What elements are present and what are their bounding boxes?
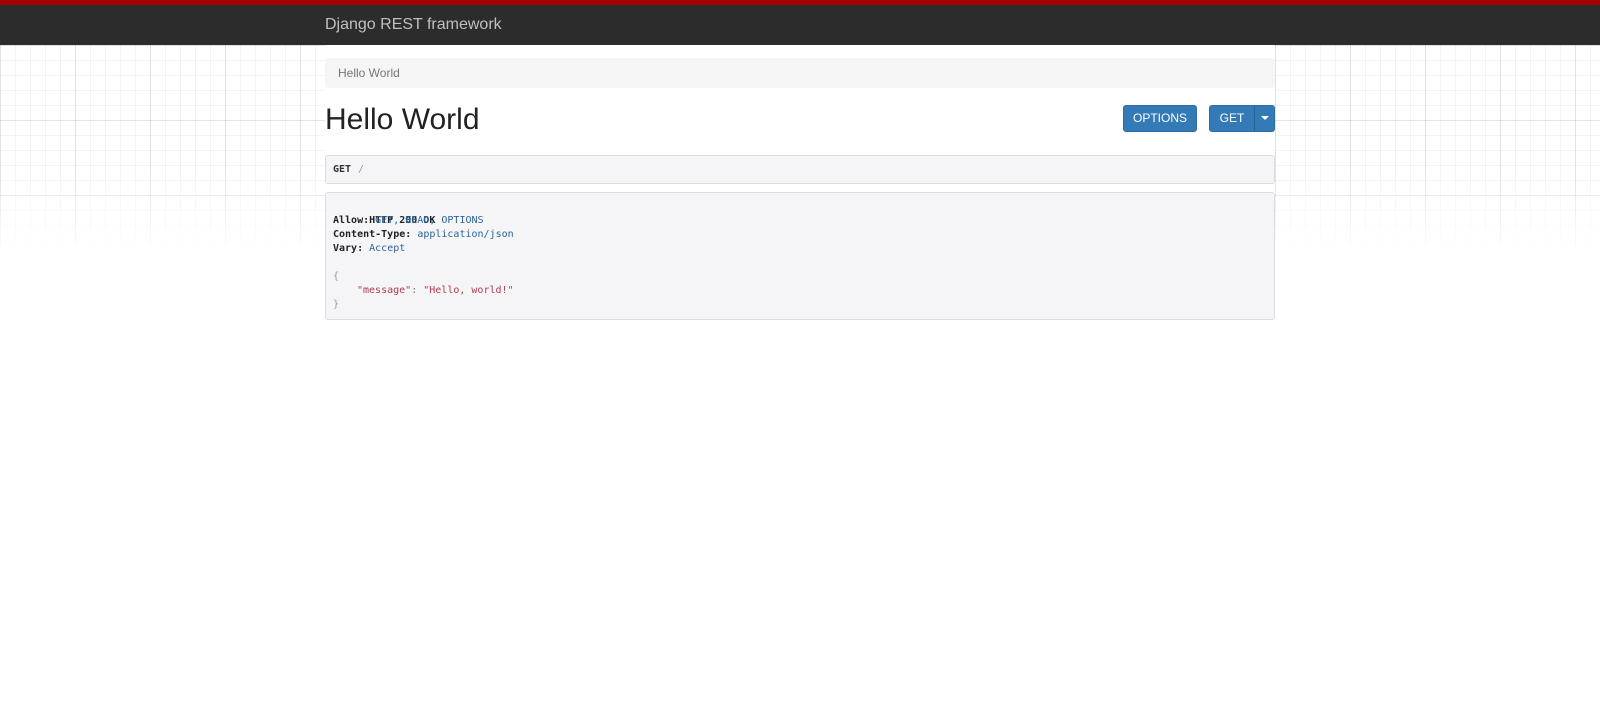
options-button[interactable]: OPTIONS: [1123, 105, 1197, 132]
response-header-content-type: Content-Type: application/json: [333, 228, 514, 242]
response-info: HTTP 200 OK Allow: GET, HEAD, OPTIONS Co…: [325, 192, 1275, 320]
caret-down-icon: [1260, 115, 1269, 120]
get-format-dropdown-toggle[interactable]: [1254, 105, 1275, 132]
json-close-brace: }: [333, 298, 339, 312]
navbar: Django REST framework: [0, 5, 1600, 45]
header-key: Vary:: [333, 243, 364, 254]
json-string-value: "Hello, world!": [423, 285, 514, 296]
navbar-brand-link[interactable]: Django REST framework: [325, 16, 502, 34]
header-key: Allow:: [333, 215, 370, 226]
brace: }: [333, 299, 340, 310]
header-value: GET, HEAD, OPTIONS: [375, 215, 484, 226]
breadcrumb: Hello World: [325, 58, 1275, 88]
response-header-vary: Vary: Accept: [333, 242, 405, 256]
json-property-message: "message": "Hello, world!": [357, 284, 514, 298]
request-path: /: [358, 164, 365, 175]
brace: {: [333, 271, 340, 282]
header-value-link[interactable]: application/json: [417, 229, 513, 240]
header-key: Content-Type:: [333, 229, 412, 240]
json-open-brace: {: [333, 270, 339, 284]
request-info: GET /: [325, 155, 1275, 184]
header-value: Accept: [369, 243, 406, 254]
get-button[interactable]: GET: [1209, 105, 1255, 132]
breadcrumb-item-hello-world[interactable]: Hello World: [338, 66, 400, 80]
json-colon: :: [411, 285, 418, 296]
page-title: Hello World: [325, 103, 480, 136]
json-key: "message": [357, 285, 412, 296]
request-method: GET: [333, 164, 352, 175]
main-content: Hello World Hello World OPTIONS GET GET …: [325, 45, 1275, 715]
response-header-allow: Allow: GET, HEAD, OPTIONS: [333, 214, 484, 228]
